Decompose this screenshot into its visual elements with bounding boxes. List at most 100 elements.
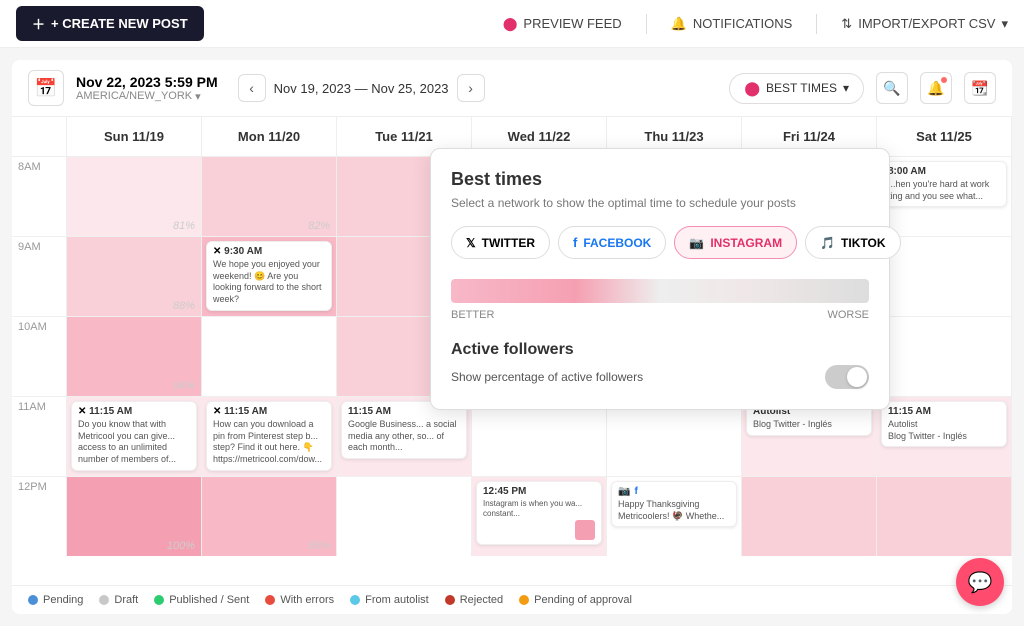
cell-mon-9am[interactable]: ✕ 9:30 AM We hope you enjoyed your weeke…	[202, 237, 336, 317]
legend-published: Published / Sent	[154, 594, 249, 606]
date-range-label: Nov 19, 2023 — Nov 25, 2023	[274, 81, 449, 96]
cell-tue-12pm[interactable]	[337, 477, 471, 556]
cell-wed-12pm[interactable]: 12:45 PM Instagram is when you wa... con…	[472, 477, 606, 556]
navbar: ＋ + CREATE NEW POST ⬤ PREVIEW FEED 🔔 NOT…	[0, 0, 1024, 48]
gradient-bar	[451, 279, 869, 303]
cell-sat-10am[interactable]	[877, 317, 1011, 397]
cell-sun-11am[interactable]: ✕ 11:15 AM Do you know that with Metrico…	[67, 397, 201, 477]
followers-section: Active followers Show percentage of acti…	[451, 341, 869, 389]
network-tabs: 𝕏 TWITTER f FACEBOOK 📷 INSTAGRAM 🎵 TIKTO…	[451, 226, 869, 259]
cell-fri-12pm[interactable]	[742, 477, 876, 556]
instagram-icon-tab: 📷	[689, 236, 704, 250]
time-9am: 9AM	[12, 237, 67, 317]
post-card-wed-12[interactable]: 12:45 PM Instagram is when you wa... con…	[476, 481, 602, 545]
timezone-display[interactable]: AMERICA/NEW_YORK ▾	[76, 90, 218, 103]
cell-mon-8am[interactable]: 82%	[202, 157, 336, 237]
day-header-sat: Sat 11/25	[877, 117, 1011, 157]
cell-sat-11am[interactable]: 11:15 AM AutolistBlog Twitter - Inglés	[877, 397, 1011, 477]
best-times-button[interactable]: ⬤ BEST TIMES ▾	[729, 73, 864, 104]
draft-dot	[99, 595, 109, 605]
cell-sun-9am[interactable]: 88%	[67, 237, 201, 317]
cell-sun-10am[interactable]: 94%	[67, 317, 201, 397]
preview-feed-button[interactable]: ⬤ PREVIEW FEED	[503, 16, 622, 32]
tiktok-icon: 🎵	[820, 236, 835, 250]
tab-instagram[interactable]: 📷 INSTAGRAM	[674, 226, 797, 259]
followers-label: Show percentage of active followers	[451, 370, 643, 384]
errors-dot	[265, 595, 275, 605]
pending-approval-dot	[519, 595, 529, 605]
legend-pending: Pending	[28, 594, 83, 606]
cell-sun-12pm[interactable]: 100%	[67, 477, 201, 556]
notification-badge	[941, 77, 947, 83]
notifications-icon-button[interactable]: 🔔	[920, 72, 952, 104]
plus-icon: ＋	[32, 14, 45, 33]
next-week-button[interactable]: ›	[457, 74, 485, 102]
popover-title: Best times	[451, 169, 869, 190]
bell-icon: 🔔	[671, 16, 687, 32]
post-card-mon-9[interactable]: ✕ 9:30 AM We hope you enjoyed your weeke…	[206, 241, 332, 311]
chevron-down-icon: ▾	[1001, 16, 1008, 32]
legend-errors: With errors	[265, 594, 334, 606]
prev-week-button[interactable]: ‹	[238, 74, 266, 102]
gradient-worse-label: WORSE	[827, 309, 869, 321]
time-column: 8AM 9AM 10AM 11AM 12PM 1PM 2PM 3PM 4PM	[12, 117, 67, 556]
import-export-button[interactable]: ⇅ IMPORT/EXPORT CSV ▾	[841, 16, 1008, 32]
chat-button[interactable]: 💬	[956, 558, 1004, 606]
legend: Pending Draft Published / Sent With erro…	[12, 585, 1012, 614]
main-calendar-container: 📅 Nov 22, 2023 5:59 PM AMERICA/NEW_YORK …	[12, 60, 1012, 614]
cell-sun-8am[interactable]: 81%	[67, 157, 201, 237]
legend-draft: Draft	[99, 594, 138, 606]
popover-subtitle: Select a network to show the optimal tim…	[451, 196, 869, 210]
nav-divider	[646, 14, 647, 34]
tab-tiktok[interactable]: 🎵 TIKTOK	[805, 226, 900, 259]
autolist-dot	[350, 595, 360, 605]
current-date-block: Nov 22, 2023 5:59 PM AMERICA/NEW_YORK ▾	[76, 74, 218, 103]
time-11am: 11AM	[12, 397, 67, 477]
followers-title: Active followers	[451, 341, 869, 359]
create-post-button[interactable]: ＋ + CREATE NEW POST	[16, 6, 204, 41]
cell-sat-12pm[interactable]	[877, 477, 1011, 556]
post-card-sat-8[interactable]: 8:00 AM ...hen you're hard at work ting …	[881, 161, 1007, 207]
facebook-icon: f	[573, 235, 577, 250]
gradient-better-label: BETTER	[451, 309, 494, 321]
toggle-knob	[847, 367, 867, 387]
calendar-view-button[interactable]: 📆	[964, 72, 996, 104]
cell-thu-12pm[interactable]: 📷 f Happy Thanksgiving Metricoolers! 🦃 W…	[607, 477, 741, 556]
post-card-sat-11[interactable]: 11:15 AM AutolistBlog Twitter - Inglés	[881, 401, 1007, 447]
cell-sat-8am[interactable]: 8:00 AM ...hen you're hard at work ting …	[877, 157, 1011, 237]
date-range-nav: ‹ Nov 19, 2023 — Nov 25, 2023 ›	[238, 74, 485, 102]
time-10am: 10AM	[12, 317, 67, 397]
tab-facebook[interactable]: f FACEBOOK	[558, 226, 666, 259]
cell-mon-10am[interactable]	[202, 317, 336, 397]
arrows-icon: ⇅	[841, 16, 852, 32]
time-12pm: 12PM	[12, 477, 67, 556]
best-times-popover: Best times Select a network to show the …	[430, 148, 890, 410]
day-col-mon: Mon 11/20 82% ✕ 9:30 AM We hope you enjo…	[202, 117, 337, 556]
followers-row: Show percentage of active followers	[451, 365, 869, 389]
nav-right: ⬤ PREVIEW FEED 🔔 NOTIFICATIONS ⇅ IMPORT/…	[503, 14, 1008, 34]
post-card-thu-12[interactable]: 📷 f Happy Thanksgiving Metricoolers! 🦃 W…	[611, 481, 737, 527]
gradient-labels: BETTER WORSE	[451, 309, 869, 321]
legend-pending-approval: Pending of approval	[519, 594, 632, 606]
day-col-sat: Sat 11/25 8:00 AM ...hen you're hard at …	[877, 117, 1012, 556]
calendar-header: 📅 Nov 22, 2023 5:59 PM AMERICA/NEW_YORK …	[12, 60, 1012, 117]
chevron-down-icon: ▾	[843, 81, 849, 95]
twitter-icon: 𝕏	[466, 236, 476, 250]
rejected-dot	[445, 595, 455, 605]
calendar-icon-button[interactable]: 📅	[28, 70, 64, 106]
time-header	[12, 117, 67, 157]
cell-mon-11am[interactable]: ✕ 11:15 AM How can you download a pin fr…	[202, 397, 336, 477]
pending-dot	[28, 595, 38, 605]
cell-mon-12pm[interactable]: 95%	[202, 477, 336, 556]
nav-divider-2	[816, 14, 817, 34]
instagram-icon: ⬤	[503, 16, 518, 32]
post-card-mon-11[interactable]: ✕ 11:15 AM How can you download a pin fr…	[206, 401, 332, 471]
current-date: Nov 22, 2023 5:59 PM	[76, 74, 218, 90]
day-header-sun: Sun 11/19	[67, 117, 201, 157]
chevron-down-icon: ▾	[195, 90, 201, 103]
followers-toggle[interactable]	[825, 365, 869, 389]
search-button[interactable]: 🔍	[876, 72, 908, 104]
tab-twitter[interactable]: 𝕏 TWITTER	[451, 226, 550, 259]
notifications-button[interactable]: 🔔 NOTIFICATIONS	[671, 16, 793, 32]
post-card[interactable]: ✕ 11:15 AM Do you know that with Metrico…	[71, 401, 197, 471]
